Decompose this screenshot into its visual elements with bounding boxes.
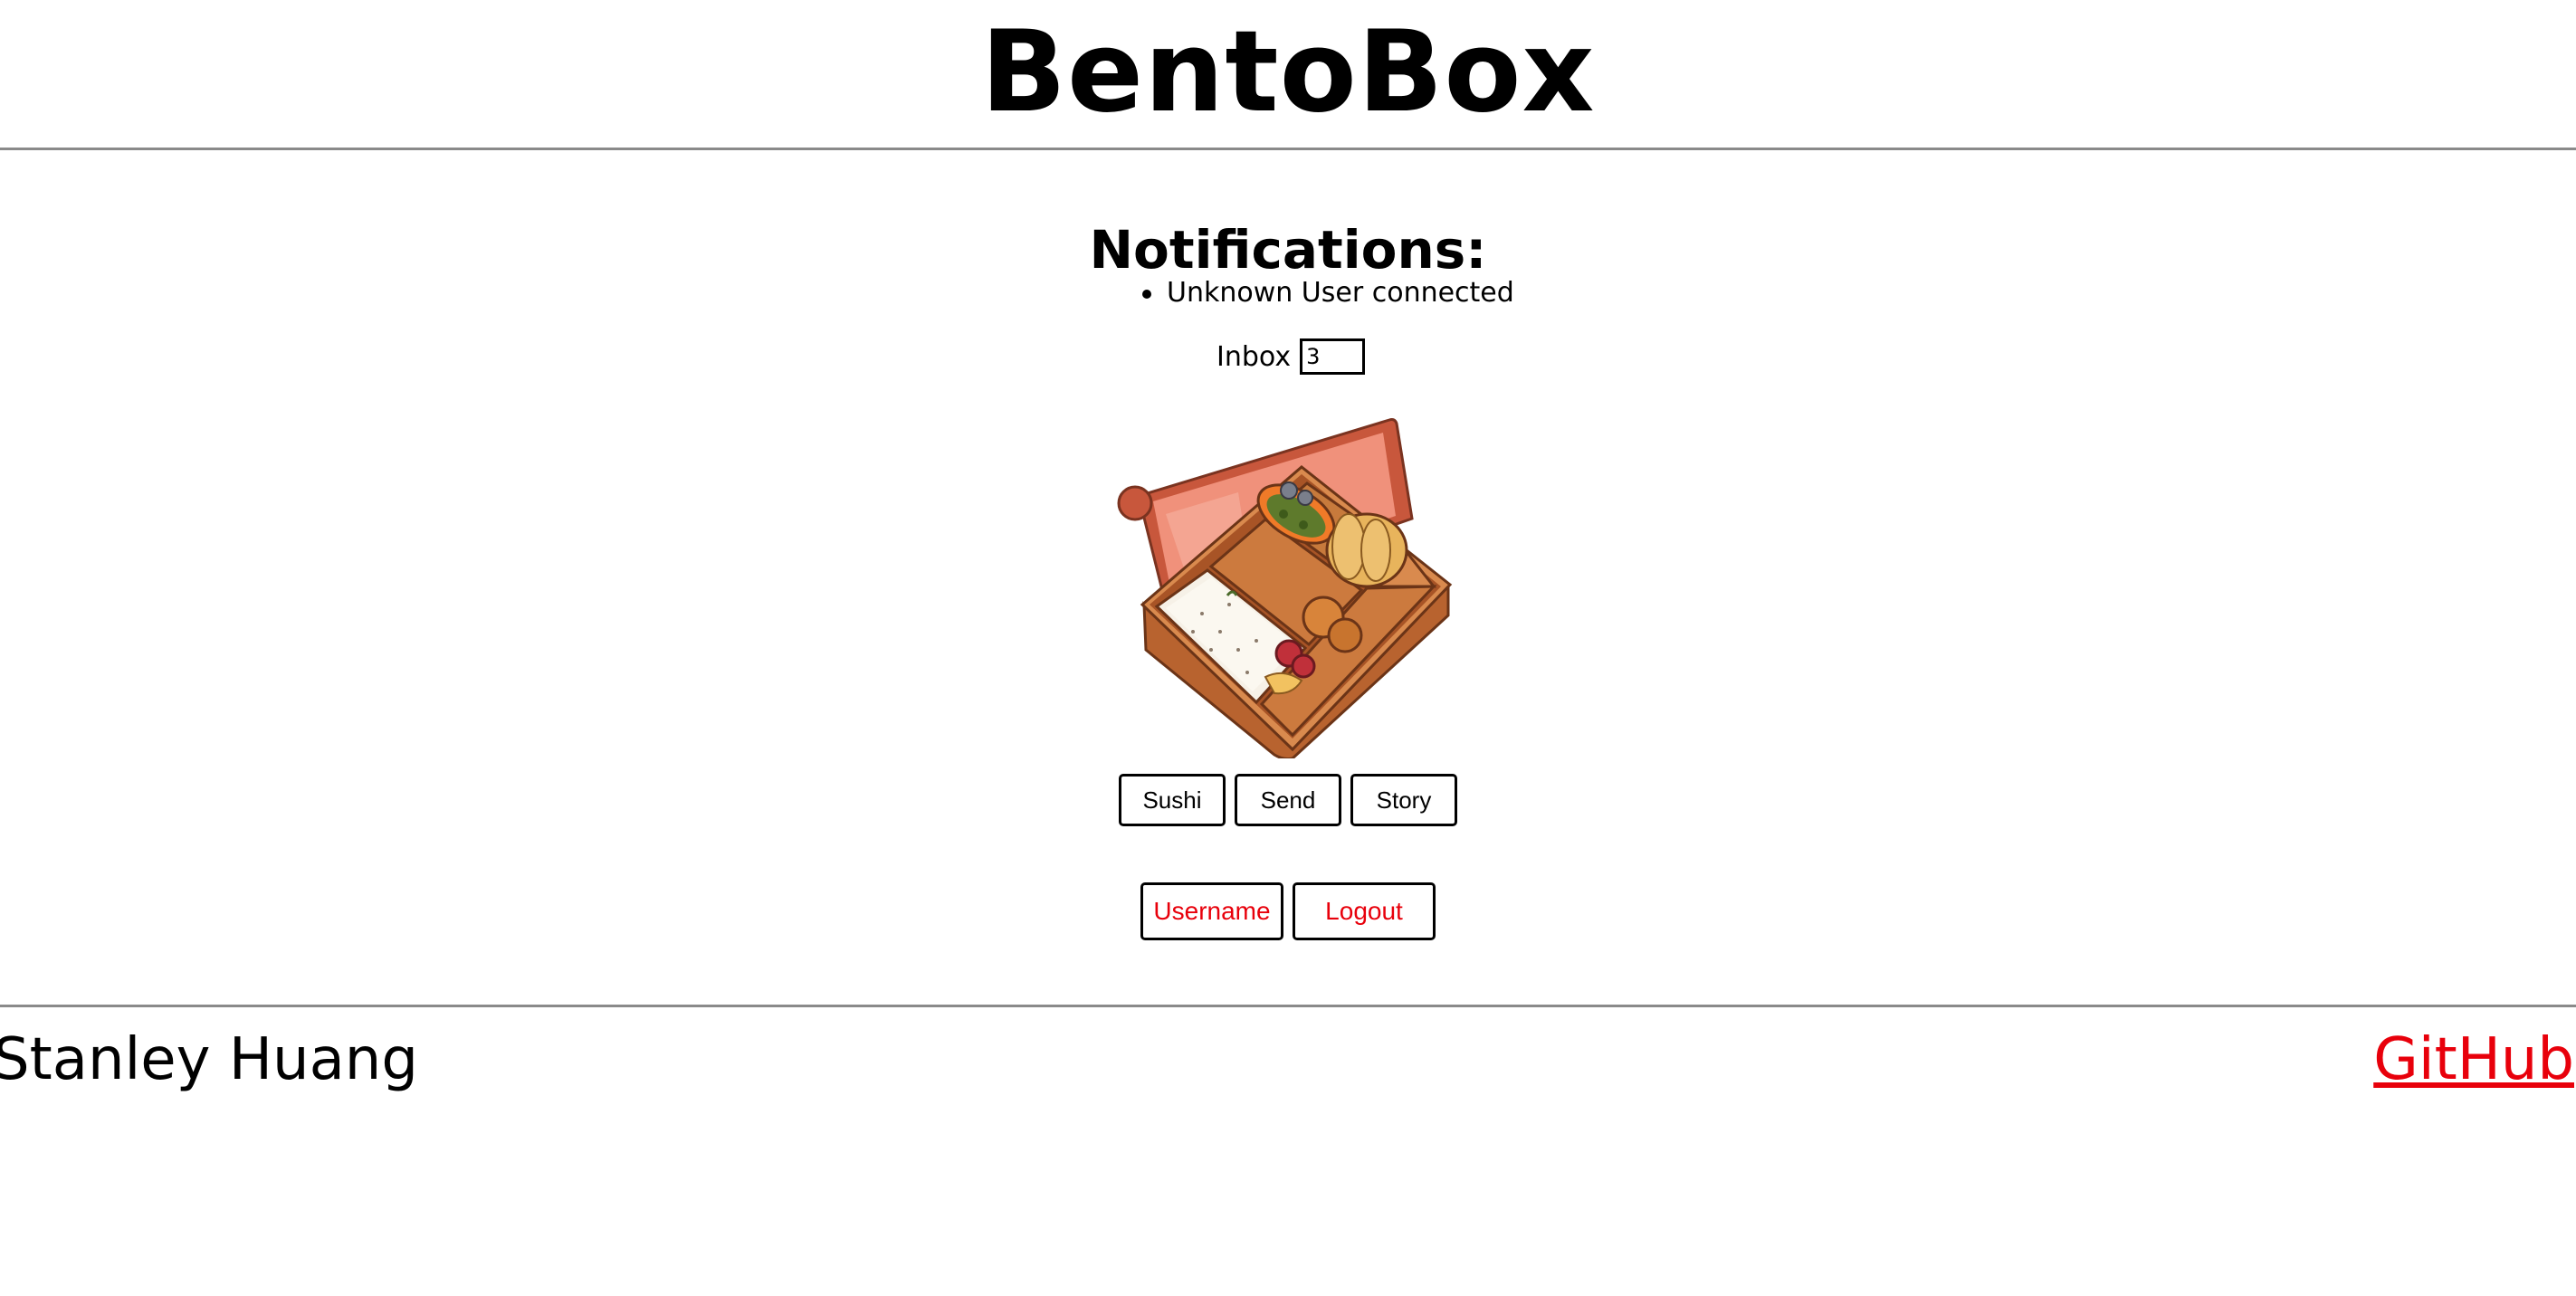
page: BentoBox Notifications: Unknown User con…	[0, 0, 2576, 1296]
header-divider	[0, 148, 2576, 150]
sushi-button[interactable]: Sushi	[1119, 774, 1226, 826]
action-buttons: Sushi Send Story	[0, 774, 2576, 826]
send-button[interactable]: Send	[1235, 774, 1341, 826]
footer-author: Stanley Huang	[0, 1026, 418, 1093]
inbox-count-field[interactable]: 3	[1300, 338, 1366, 375]
inbox-row: Inbox 3	[1216, 337, 1366, 376]
story-button[interactable]: Story	[1350, 774, 1457, 826]
github-link[interactable]: GitHub	[2373, 1021, 2574, 1099]
username-button[interactable]: Username	[1140, 882, 1283, 940]
logout-button[interactable]: Logout	[1293, 882, 1436, 940]
tamagoyaki	[1325, 512, 1408, 588]
inbox-label: Inbox	[1216, 340, 1292, 373]
site-title: BentoBox	[980, 7, 1596, 138]
account-buttons: Username Logout	[0, 882, 2576, 940]
notification-item: Unknown User connected	[1142, 272, 1514, 315]
bento-box-icon	[1117, 418, 1453, 758]
footer-divider	[0, 1005, 2576, 1007]
notifications-list: Unknown User connected	[1142, 272, 1514, 315]
